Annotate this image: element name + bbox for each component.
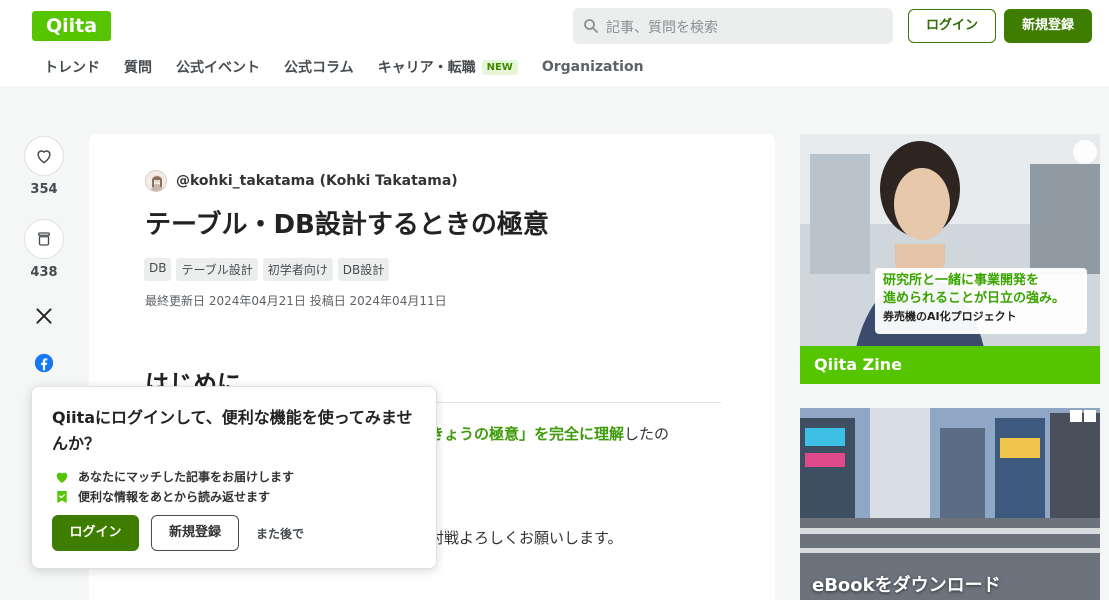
nav-item-columns[interactable]: 公式コラム xyxy=(284,57,354,77)
heart-icon xyxy=(56,472,68,483)
body-text-line: きょうの極意」を完全に理解したの xyxy=(429,425,670,443)
qiita-logo[interactable]: Qiita xyxy=(32,11,111,41)
qiita-zine-logo: Qiita Zine xyxy=(814,355,902,374)
search-icon xyxy=(584,19,598,33)
facebook-icon[interactable] xyxy=(33,352,55,374)
popup-title: Qiitaにログインして、便利な機能を使ってみませんか？ xyxy=(52,408,413,453)
popup-login-button[interactable]: ログイン xyxy=(52,515,139,551)
tag-list: DB テーブル設計 初学者向け DB設計 xyxy=(144,258,394,281)
ad-caption: eBookをダウンロード xyxy=(812,575,1001,596)
tag-item[interactable]: DB設計 xyxy=(337,258,390,281)
tag-item[interactable]: テーブル設計 xyxy=(176,258,258,281)
stock-check-icon xyxy=(57,490,67,503)
body-highlight-link[interactable]: きょうの極意」を完全に理解 xyxy=(429,425,624,443)
ad-banner-ebook[interactable]: eBookをダウンロード xyxy=(800,408,1100,600)
register-button[interactable]: 新規登録 xyxy=(1004,9,1092,43)
x-icon[interactable] xyxy=(34,306,54,326)
avatar[interactable] xyxy=(145,170,167,192)
search-input[interactable]: 記事、質問を検索 xyxy=(573,8,893,44)
body-text-line: 対戦よろしくお願いします。 xyxy=(429,529,623,547)
site-header: Qiita 記事、質問を検索 ログイン 新規登録 トレンド 質問 公式イベント … xyxy=(0,0,1109,86)
stock-action: 438 xyxy=(24,219,64,280)
article-title: テーブル・DB設計するときの極意 xyxy=(145,210,549,240)
tag-item[interactable]: DB xyxy=(144,258,172,281)
stock-count: 438 xyxy=(30,265,58,280)
author[interactable]: @kohki_takatama (Kohki Takatama) xyxy=(145,170,458,192)
login-button[interactable]: ログイン xyxy=(908,9,996,43)
popup-feature-item: 便利な情報をあとから読み返せます xyxy=(54,488,270,505)
stock-icon xyxy=(38,232,50,246)
nav-item-questions[interactable]: 質問 xyxy=(124,57,152,77)
like-action: 354 xyxy=(24,136,64,197)
nav-item-events[interactable]: 公式イベント xyxy=(176,57,260,77)
search-placeholder: 記事、質問を検索 xyxy=(606,20,718,36)
x-share-action[interactable] xyxy=(24,304,64,330)
ad-banner-hitachi[interactable]: 研究所と一緒に事業開発を 進められることが日立の強み。 券売機のAI化プロジェク… xyxy=(800,134,1100,384)
nav-item-organization[interactable]: Organization xyxy=(542,59,644,75)
heart-icon xyxy=(37,150,51,164)
stock-button[interactable] xyxy=(24,219,64,259)
author-name[interactable]: @kohki_takatama (Kohki Takatama) xyxy=(176,173,458,189)
avatar-image xyxy=(146,171,166,191)
article-dates: 最終更新日 2024年04月21日 投稿日 2024年04月11日 xyxy=(145,294,447,308)
login-prompt-popup: Qiitaにログインして、便利な機能を使ってみませんか？ あなたにマッチした記事… xyxy=(31,386,437,569)
main-nav: トレンド 質問 公式イベント 公式コラム キャリア・転職 NEW Organiza… xyxy=(44,56,668,78)
ad-brand-bar: Qiita Zine xyxy=(800,346,1100,384)
ad-copy-box: 研究所と一緒に事業開発を 進められることが日立の強み。 券売機のAI化プロジェク… xyxy=(875,268,1087,334)
popup-register-button[interactable]: 新規登録 xyxy=(151,515,239,551)
nav-item-career[interactable]: キャリア・転職 NEW xyxy=(378,57,518,77)
facebook-share-action[interactable] xyxy=(24,352,64,378)
new-badge: NEW xyxy=(481,59,518,75)
popup-later-button[interactable]: また後で xyxy=(256,525,304,542)
tag-item[interactable]: 初学者向け xyxy=(262,258,333,281)
like-button[interactable] xyxy=(24,136,64,176)
popup-feature-item: あなたにマッチした記事をお届けします xyxy=(54,468,294,485)
like-count: 354 xyxy=(30,182,58,197)
nav-item-trend[interactable]: トレンド xyxy=(44,57,100,77)
